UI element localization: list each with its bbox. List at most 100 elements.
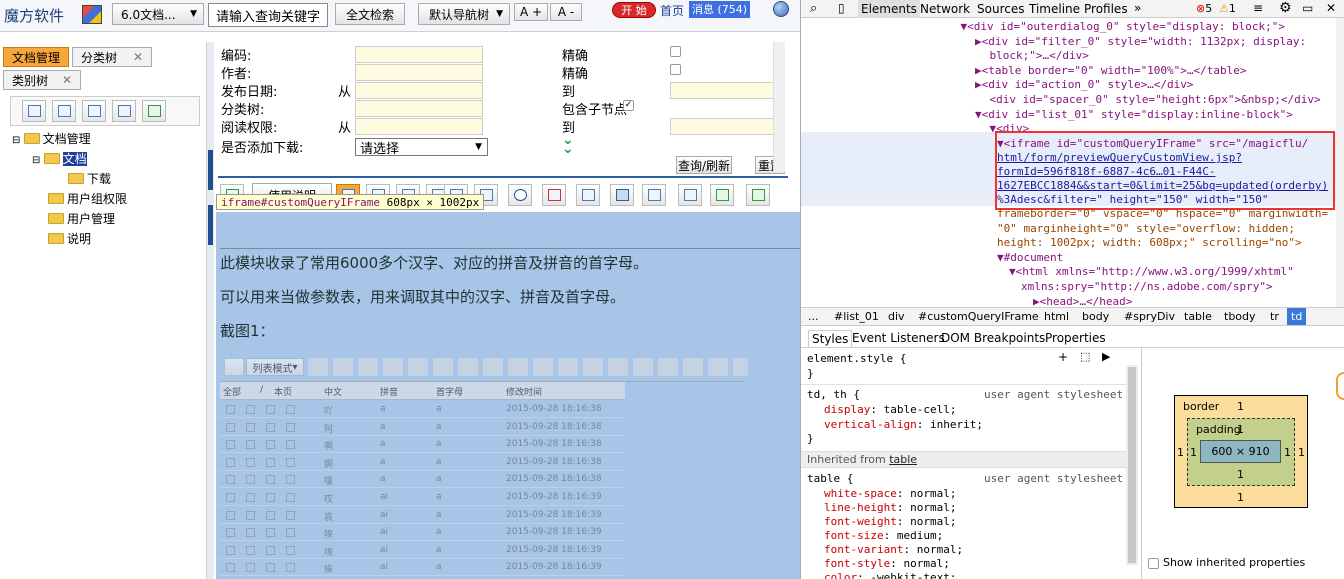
- breadcrumb-item[interactable]: #spryDiv: [1124, 308, 1175, 325]
- styles-scrollbar-thumb[interactable]: [1128, 367, 1136, 563]
- start-button[interactable]: 开 始: [612, 2, 656, 18]
- collapse-icon[interactable]: ⊟: [32, 155, 44, 166]
- dom-node[interactable]: ▼<div id="list_01" style="display:inline…: [975, 108, 1293, 122]
- breadcrumb-item[interactable]: #list_01: [834, 308, 879, 325]
- breadcrumb-item[interactable]: table: [1184, 308, 1212, 325]
- subnode-checkbox[interactable]: ✓: [623, 100, 634, 111]
- breadcrumb-item[interactable]: html: [1044, 308, 1069, 325]
- toolbar-chart-icon[interactable]: [642, 184, 666, 206]
- expand-chevron-icon[interactable]: ⌄ ⌄: [562, 136, 574, 154]
- subtab-event-listeners[interactable]: Event Listeners: [852, 331, 945, 345]
- breadcrumb-item-selected[interactable]: td: [1287, 308, 1307, 325]
- add-rule-icon[interactable]: +: [1058, 350, 1068, 364]
- dom-node[interactable]: ▼#document: [997, 251, 1063, 265]
- tree-root-item[interactable]: ⊟ 文档管理: [12, 130, 91, 147]
- devtools-tab-profiles[interactable]: Profiles: [1084, 2, 1128, 16]
- warning-count[interactable]: ⚠1: [1219, 2, 1236, 15]
- iframe-attr-line[interactable]: html/form/previewQueryCustomView.jsp?: [997, 151, 1242, 165]
- tree-edit-icon[interactable]: [52, 100, 76, 122]
- close-icon[interactable]: ✕: [62, 73, 72, 87]
- subtab-dom-breakpoints[interactable]: DOM Breakpoints: [941, 331, 1045, 345]
- messages-badge[interactable]: 消息 (754): [689, 1, 751, 18]
- toolbar-image-icon[interactable]: [678, 184, 702, 206]
- dom-node[interactable]: ▶<table border="0" width="100%">…</table…: [975, 64, 1247, 78]
- tab-class-tree[interactable]: 类别树 ✕: [3, 70, 81, 90]
- tree-export-icon[interactable]: [112, 100, 136, 122]
- error-count[interactable]: ⊗5: [1196, 2, 1212, 15]
- nav-tree-select[interactable]: 默认导航树 ▼: [418, 3, 510, 25]
- style-property[interactable]: font-size: medium;: [824, 529, 943, 543]
- search-icon[interactable]: ⌕: [810, 1, 817, 16]
- element-style-rule[interactable]: element.style {: [807, 352, 906, 366]
- iframe-attr-line[interactable]: formId=596f818f-6887-4c6…01-F44C-: [997, 165, 1216, 179]
- splitter-handle[interactable]: [208, 150, 213, 190]
- fulltext-search-button[interactable]: 全文检索: [335, 3, 405, 25]
- refresh-icon[interactable]: [508, 184, 532, 206]
- devtools-tab-elements[interactable]: Elements: [858, 0, 920, 18]
- dom-node[interactable]: height: 1002px; width: 608px;" scrolling…: [997, 236, 1302, 250]
- pubdate-from-input[interactable]: [355, 82, 483, 99]
- readperm-from-input[interactable]: [355, 118, 483, 135]
- code-exact-checkbox[interactable]: [670, 46, 681, 57]
- style-property[interactable]: font-weight: normal;: [824, 515, 956, 529]
- dom-node[interactable]: xmlns:spry="http://ns.adobe.com/spry">: [1021, 280, 1273, 294]
- dom-node[interactable]: block;">…</div>: [990, 49, 1089, 63]
- search-input[interactable]: 请输入查询关键字: [208, 3, 328, 27]
- splitter[interactable]: [207, 42, 214, 579]
- device-mode-icon[interactable]: ▯: [838, 1, 845, 15]
- font-decrease-button[interactable]: A -: [550, 3, 582, 21]
- breadcrumb-item[interactable]: tr: [1270, 308, 1279, 325]
- dock-icon[interactable]: ▭: [1302, 1, 1313, 15]
- dom-scrollbar[interactable]: [1336, 18, 1344, 308]
- play-icon[interactable]: ▶: [1102, 350, 1110, 363]
- close-icon[interactable]: ✕: [133, 50, 143, 64]
- style-property[interactable]: color: -webkit-text;: [824, 571, 956, 579]
- toolbar-delete-icon[interactable]: [542, 184, 566, 206]
- subtab-properties[interactable]: Properties: [1045, 331, 1106, 345]
- style-property[interactable]: vertical-align: inherit;: [824, 418, 983, 432]
- version-select[interactable]: 6.0文档... ▼: [112, 3, 204, 25]
- breadcrumb-item[interactable]: body: [1082, 308, 1109, 325]
- style-property[interactable]: line-height: normal;: [824, 501, 956, 515]
- dom-node[interactable]: "0" marginheight="0" style="overflow: hi…: [997, 222, 1295, 236]
- toolbar-clear-filter-icon[interactable]: [576, 184, 600, 206]
- devtools-tab-timeline[interactable]: Timeline: [1029, 2, 1080, 16]
- category-input[interactable]: [355, 100, 483, 117]
- close-devtools-icon[interactable]: ✕: [1326, 1, 1336, 15]
- author-exact-checkbox[interactable]: [670, 64, 681, 75]
- boxmodel-content[interactable]: 600 × 910: [1200, 440, 1281, 463]
- dom-node[interactable]: ▶<head>…</head>: [1033, 295, 1132, 307]
- tab-category-tree[interactable]: 分类树 ✕: [72, 47, 152, 67]
- style-property[interactable]: white-space: normal;: [824, 487, 956, 501]
- left-scrollbar[interactable]: [773, 42, 785, 172]
- home-link[interactable]: 首页: [660, 2, 684, 19]
- subtab-styles[interactable]: Styles: [808, 330, 853, 347]
- breadcrumb-item[interactable]: #customQueryIFrame: [918, 308, 1039, 325]
- query-refresh-button[interactable]: 查询/刷新: [676, 156, 732, 174]
- dom-node[interactable]: ▶<div id="filter_0" style="width: 1132px…: [975, 35, 1306, 49]
- globe-icon[interactable]: [773, 1, 789, 17]
- breadcrumb-item[interactable]: div: [888, 308, 905, 325]
- tree-run-icon[interactable]: [142, 100, 166, 122]
- readperm-to-input[interactable]: [670, 118, 774, 135]
- allowdl-select[interactable]: 请选择 ▼: [355, 138, 488, 156]
- iframe-attr-line[interactable]: ▼<iframe id="customQueryIFrame" src="/ma…: [997, 137, 1308, 151]
- tree-item-usermgmt[interactable]: 用户管理: [48, 210, 115, 227]
- rule-selector[interactable]: td, th {: [807, 388, 860, 402]
- tree-item-download[interactable]: 下载: [68, 170, 111, 187]
- author-input[interactable]: [355, 64, 483, 81]
- dom-node[interactable]: ▼<div id="outerdialog_0" style="display:…: [961, 20, 1286, 34]
- tree-item-doc[interactable]: ⊟ 文档: [32, 150, 87, 167]
- toolbar-last-icon[interactable]: [746, 184, 770, 206]
- collapse-icon[interactable]: ⊟: [12, 135, 24, 146]
- pubdate-to-input[interactable]: [670, 82, 774, 99]
- tree-add-icon[interactable]: [22, 100, 46, 122]
- dom-node[interactable]: <div id="spacer_0" style="height:6px">&n…: [990, 93, 1321, 107]
- tree-delete-icon[interactable]: [82, 100, 106, 122]
- dom-node[interactable]: ▼<html xmlns="http://www.w3.org/1999/xht…: [1009, 265, 1294, 279]
- style-property[interactable]: display: table-cell;: [824, 403, 956, 417]
- iframe-attr-line[interactable]: %3Adesc&filter=" height="150" width="150…: [997, 193, 1269, 207]
- breadcrumb-item[interactable]: tbody: [1224, 308, 1256, 325]
- font-increase-button[interactable]: A +: [514, 3, 548, 21]
- breadcrumb-item[interactable]: ...: [808, 308, 819, 325]
